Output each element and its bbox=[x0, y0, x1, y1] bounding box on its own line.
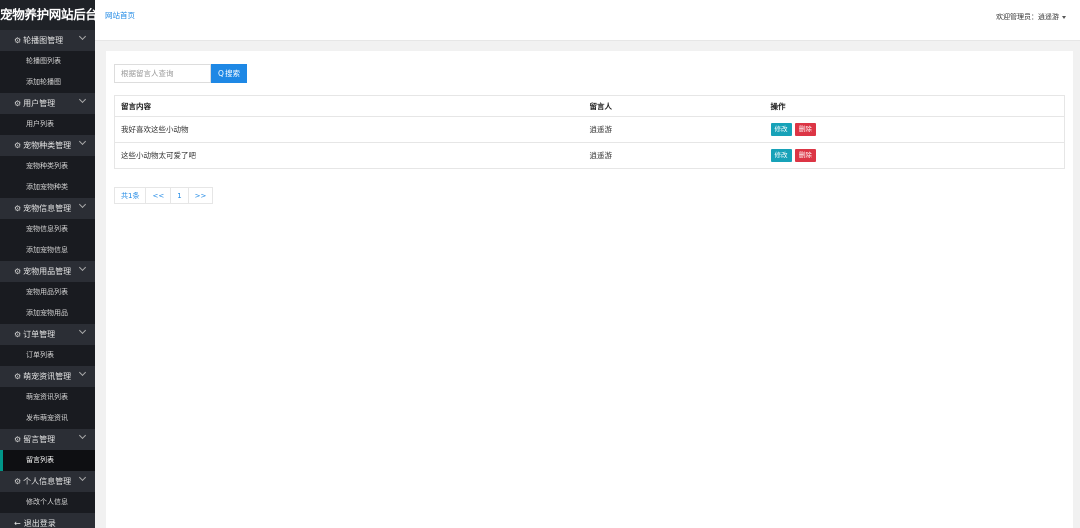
message-author: 逍遥游 bbox=[583, 116, 765, 143]
sidebar-item-supplies-add[interactable]: 添加宠物用品 bbox=[0, 303, 95, 324]
sidebar-group-label: 宠物种类管理 bbox=[23, 141, 72, 150]
row-actions: 修改 删除 bbox=[764, 116, 1065, 143]
search-input[interactable] bbox=[114, 64, 211, 83]
pagination-total: 共1条 bbox=[114, 187, 147, 204]
sidebar-title: 宠物养护网站后台 bbox=[0, 0, 95, 30]
sidebar-group-profile[interactable]: ⚙ 个人信息管理 bbox=[0, 471, 95, 492]
sidebar: 宠物养护网站后台 ⚙ 轮播图管理 轮播图列表 添加轮播图 ⚙ 用户管理 用户列表 ⚙… bbox=[0, 0, 95, 528]
gear-icon: ⚙ bbox=[14, 372, 22, 381]
gear-icon: ⚙ bbox=[14, 99, 22, 108]
message-author: 逍遥游 bbox=[583, 142, 765, 169]
sidebar-item-user-list[interactable]: 用户列表 bbox=[0, 114, 95, 135]
gear-icon: ⚙ bbox=[14, 435, 22, 444]
sidebar-group-label: 轮播图管理 bbox=[23, 36, 64, 45]
pagination-prev[interactable]: << bbox=[145, 187, 172, 204]
sidebar-group-news[interactable]: ⚙ 萌宠资讯管理 bbox=[0, 366, 95, 387]
chevron-down-icon bbox=[78, 326, 87, 335]
chevron-down-icon bbox=[78, 431, 87, 440]
sidebar-item-news-publish[interactable]: 发布萌宠资讯 bbox=[0, 408, 95, 429]
logout-label: 退出登录 bbox=[23, 519, 56, 528]
sidebar-group-pet-supplies[interactable]: ⚙ 宠物用品管理 bbox=[0, 261, 95, 282]
user-greeting: 欢迎管理员：逍遥游 bbox=[996, 13, 1059, 21]
column-header-author: 留言人 bbox=[583, 95, 765, 117]
sidebar-group-orders[interactable]: ⚙ 订单管理 bbox=[0, 324, 95, 345]
pagination-page[interactable]: 1 bbox=[170, 187, 189, 204]
chevron-down-icon bbox=[78, 32, 87, 41]
search-button[interactable]: Q 搜索 bbox=[211, 64, 247, 83]
table-row: 我好喜欢这些小动物 逍遥游 修改 删除 bbox=[114, 116, 1065, 143]
table-header-row: 留言内容 留言人 操作 bbox=[114, 95, 1065, 117]
sidebar-item-carousel-list[interactable]: 轮播图列表 bbox=[0, 51, 95, 72]
sidebar-group-label: 留言管理 bbox=[23, 435, 56, 444]
sidebar-item-pet-info-add[interactable]: 添加宠物信息 bbox=[0, 240, 95, 261]
chevron-down-icon bbox=[78, 263, 87, 272]
delete-button[interactable]: 删除 bbox=[794, 149, 816, 162]
message-table: 留言内容 留言人 操作 我好喜欢这些小动物 逍遥游 修改 删除 这些小动物太可爱… bbox=[114, 95, 1065, 169]
chevron-down-icon bbox=[78, 473, 87, 482]
search-button-label: 搜索 bbox=[224, 69, 240, 78]
sidebar-group-label: 宠物信息管理 bbox=[23, 204, 72, 213]
sidebar-group-label: 订单管理 bbox=[23, 330, 56, 339]
sidebar-item-pet-type-add[interactable]: 添加宠物种类 bbox=[0, 177, 95, 198]
home-link[interactable]: 网站首页 bbox=[105, 10, 135, 21]
sidebar-item-order-list[interactable]: 订单列表 bbox=[0, 345, 95, 366]
logout-button[interactable]: ← 退出登录 bbox=[0, 513, 95, 528]
user-menu[interactable]: 欢迎管理员：逍遥游 bbox=[996, 12, 1066, 22]
sidebar-item-news-list[interactable]: 萌宠资讯列表 bbox=[0, 387, 95, 408]
sidebar-item-message-list[interactable]: 留言列表 bbox=[0, 450, 95, 471]
gear-icon: ⚙ bbox=[14, 330, 22, 339]
edit-button[interactable]: 修改 bbox=[770, 149, 792, 162]
sidebar-group-label: 萌宠资讯管理 bbox=[23, 372, 72, 381]
chevron-down-icon bbox=[78, 368, 87, 377]
gear-icon: ⚙ bbox=[14, 204, 22, 213]
gear-icon: ⚙ bbox=[14, 267, 22, 276]
arrow-left-icon: ← bbox=[14, 519, 21, 528]
table-row: 这些小动物太可爱了吧 逍遥游 修改 删除 bbox=[114, 142, 1065, 169]
sidebar-item-supplies-list[interactable]: 宠物用品列表 bbox=[0, 282, 95, 303]
delete-button[interactable]: 删除 bbox=[794, 123, 816, 136]
search-bar: Q搜索 bbox=[114, 64, 247, 83]
pagination-next[interactable]: >> bbox=[187, 187, 214, 204]
sidebar-item-pet-type-list[interactable]: 宠物种类列表 bbox=[0, 156, 95, 177]
top-header: 网站首页 欢迎管理员：逍遥游 bbox=[95, 0, 1080, 41]
chevron-down-icon bbox=[78, 95, 87, 104]
chevron-down-icon bbox=[78, 137, 87, 146]
sidebar-group-label: 个人信息管理 bbox=[23, 477, 72, 486]
sidebar-group-label: 宠物用品管理 bbox=[23, 267, 72, 276]
sidebar-group-pet-info[interactable]: ⚙ 宠物信息管理 bbox=[0, 198, 95, 219]
row-actions: 修改 删除 bbox=[764, 142, 1065, 169]
column-header-actions: 操作 bbox=[764, 95, 1065, 117]
caret-down-icon bbox=[1062, 15, 1066, 19]
gear-icon: ⚙ bbox=[14, 141, 22, 150]
message-content: 这些小动物太可爱了吧 bbox=[114, 142, 584, 169]
edit-button[interactable]: 修改 bbox=[770, 123, 792, 136]
sidebar-item-carousel-add[interactable]: 添加轮播图 bbox=[0, 72, 95, 93]
message-content: 我好喜欢这些小动物 bbox=[114, 116, 584, 143]
gear-icon: ⚙ bbox=[14, 36, 22, 45]
chevron-down-icon bbox=[78, 200, 87, 209]
column-header-content: 留言内容 bbox=[114, 95, 584, 117]
gear-icon: ⚙ bbox=[14, 477, 22, 486]
sidebar-item-pet-info-list[interactable]: 宠物信息列表 bbox=[0, 219, 95, 240]
sidebar-item-profile-edit[interactable]: 修改个人信息 bbox=[0, 492, 95, 513]
sidebar-group-messages[interactable]: ⚙ 留言管理 bbox=[0, 429, 95, 450]
main-panel: Q搜索 留言内容 留言人 操作 我好喜欢这些小动物 逍遥游 修改 删除 这些小动… bbox=[106, 51, 1073, 528]
search-icon: Q bbox=[218, 69, 224, 78]
sidebar-group-pet-types[interactable]: ⚙ 宠物种类管理 bbox=[0, 135, 95, 156]
sidebar-group-users[interactable]: ⚙ 用户管理 bbox=[0, 93, 95, 114]
sidebar-group-carousel[interactable]: ⚙ 轮播图管理 bbox=[0, 30, 95, 51]
sidebar-group-label: 用户管理 bbox=[23, 99, 56, 108]
pagination: 共1条 << 1 >> bbox=[114, 187, 214, 204]
